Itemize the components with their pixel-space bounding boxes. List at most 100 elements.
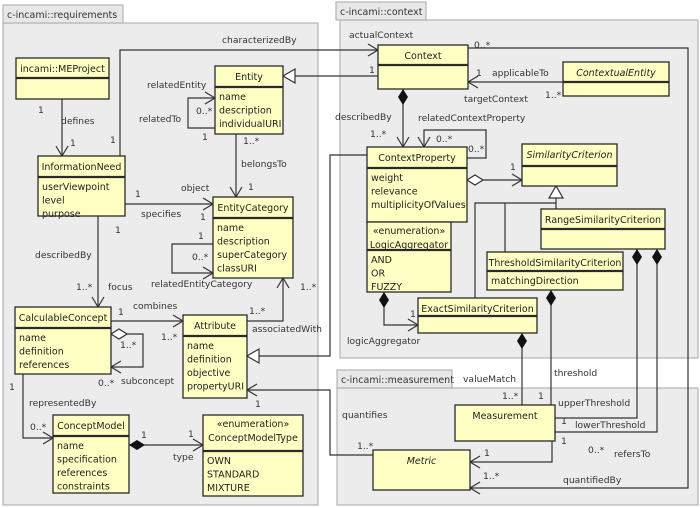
- multiplicity-label: 1..*: [502, 391, 519, 402]
- multiplicity-label: 1: [188, 429, 194, 440]
- class-context[interactable]: Context: [377, 44, 469, 90]
- role-label: actualContext: [349, 30, 414, 41]
- role-label: targetContext: [464, 94, 528, 105]
- class-thresholdsimilaritycriterion[interactable]: ThresholdSimilarityCriterion matchingDire…: [486, 251, 624, 291]
- multiplicity-label: 1: [248, 182, 254, 193]
- role-label: threshold: [554, 368, 597, 379]
- class-name: LogicAggregator: [370, 240, 448, 251]
- role-label: logicAggregator: [347, 336, 420, 347]
- class-entitycategory[interactable]: EntityCategory name description superCatego…: [212, 196, 294, 279]
- class-attribute: name: [19, 333, 46, 344]
- class-attribute: definition: [19, 347, 64, 358]
- class-attribute: propertyURI: [187, 382, 244, 393]
- class-name: ConceptModel: [57, 421, 125, 432]
- role-label: object: [181, 183, 210, 194]
- role-label: representedBy: [29, 398, 97, 409]
- class-name: Attribute: [194, 321, 236, 332]
- class-name: SimilarityCriterion: [526, 150, 612, 161]
- multiplicity-label: 1..*: [161, 332, 178, 343]
- class-attribute: FUZZY: [371, 282, 402, 293]
- class-measurement[interactable]: Measurement: [454, 404, 556, 442]
- class-name: Context: [404, 51, 441, 62]
- multiplicity-label: 1: [538, 391, 544, 402]
- class-attribute: name: [57, 441, 84, 452]
- class-attribute: references: [57, 468, 107, 479]
- multiplicity-label: 0..*: [196, 106, 213, 117]
- role-label: specifies: [141, 209, 181, 220]
- class-exactsimilaritycriterion[interactable]: ExactSimilarityCriterion: [417, 297, 538, 334]
- multiplicity-label: 1..*: [249, 306, 266, 317]
- multiplicity-label: 1..*: [370, 129, 387, 140]
- multiplicity-label: 1: [202, 132, 208, 143]
- class-attribute: STANDARD: [207, 470, 259, 481]
- class-attribute: superCategory: [217, 250, 288, 261]
- class-conceptmodel[interactable]: ConceptModel name specification references c…: [52, 414, 130, 494]
- class-name: Measurement: [472, 411, 537, 422]
- role-label: combines: [133, 301, 177, 312]
- class-attribute: OWN: [207, 456, 231, 467]
- role-label: applicableTo: [492, 68, 549, 79]
- class-attribute: constraints: [57, 482, 110, 493]
- role-label: lowerThreshold: [575, 420, 645, 431]
- multiplicity-label: 0..*: [468, 144, 485, 155]
- class-metric[interactable]: Metric: [372, 449, 471, 491]
- class-logicaggregator[interactable]: «enumeration» LogicAggregator AND OR FUZZY: [366, 221, 452, 293]
- class-entity[interactable]: Entity name description individualURI: [214, 65, 284, 135]
- class-name: Metric: [407, 456, 437, 467]
- multiplicity-label: 0..*: [98, 378, 115, 389]
- multiplicity-label: 1..*: [545, 90, 562, 101]
- role-label: valueMatch: [463, 374, 516, 385]
- multiplicity-label: 0..*: [474, 40, 491, 51]
- class-calculableconcept[interactable]: CalculableConcept name definition reference…: [14, 306, 112, 375]
- class-similaritycriterion[interactable]: SimilarityCriterion: [521, 143, 618, 187]
- class-attribute: name: [187, 341, 214, 352]
- class-name: ContextualEntity: [576, 68, 656, 79]
- multiplicity-label: 1: [141, 430, 147, 441]
- class-attribute: AND: [371, 255, 392, 266]
- class-name: incami::MEProject: [20, 64, 105, 75]
- multiplicity-label: 1: [255, 399, 261, 410]
- class-conceptmodeltype[interactable]: «enumeration» ConceptModelType OWN STANDARD…: [202, 414, 304, 497]
- class-attribute: references: [19, 360, 69, 371]
- role-label: relatedEntity: [147, 80, 207, 91]
- role-label: characterizedBy: [222, 35, 297, 46]
- multiplicity-label: 0..*: [588, 445, 605, 456]
- multiplicity-label: 1..*: [300, 282, 317, 293]
- multiplicity-label: 1: [484, 448, 490, 459]
- class-meproject[interactable]: incami::MEProject: [15, 57, 110, 100]
- multiplicity-label: 1: [369, 65, 375, 76]
- role-label: describedBy: [335, 112, 392, 123]
- class-attribute: multiplicityOfValues: [371, 200, 466, 211]
- role-label: relatedContextProperty: [418, 113, 526, 124]
- class-contextproperty[interactable]: ContextProperty weight relevance multiplici…: [366, 146, 468, 223]
- class-name: ThresholdSimilarityCriterion: [488, 258, 622, 269]
- class-attribute: classURI: [217, 264, 257, 275]
- uml-class-diagram: c-incami::requirements c-incami::contextc…: [2, 1, 699, 506]
- class-stereotype: «enumeration»: [373, 226, 446, 237]
- class-attribute: weight: [371, 173, 403, 184]
- multiplicity-label: 1: [70, 138, 76, 149]
- multiplicity-label: 1..*: [120, 340, 137, 351]
- class-attribute: name: [217, 223, 244, 234]
- class-attribute: description: [217, 237, 270, 248]
- class-attribute: specification: [57, 455, 117, 466]
- class-informationneed[interactable]: InformationNeed userViewpoint level purpose: [37, 155, 126, 220]
- class-rangesimilaritycriterion[interactable]: RangeSimilarityCriterion: [540, 208, 666, 250]
- class-attribute: matchingDirection: [491, 276, 579, 287]
- multiplicity-label: 1: [561, 436, 567, 447]
- class-stereotype: «enumeration»: [217, 419, 290, 430]
- class-attribute[interactable]: Attribute name definition objective property…: [182, 314, 248, 399]
- multiplicity-label: 1: [135, 189, 141, 200]
- package-name: c-incami::context: [340, 7, 423, 18]
- multiplicity-label: 1: [510, 162, 516, 173]
- class-name: RangeSimilarityCriterion: [545, 215, 661, 226]
- role-label: belongsTo: [241, 159, 287, 170]
- class-contextualentity[interactable]: ContextualEntity: [562, 61, 670, 97]
- role-label: defines: [61, 116, 95, 127]
- multiplicity-label: 1: [38, 105, 44, 116]
- multiplicity-label: 0..*: [192, 252, 209, 263]
- package-name: c-incami::measurement: [341, 375, 454, 386]
- class-attribute: objective: [187, 368, 231, 379]
- class-attribute: definition: [187, 355, 232, 366]
- role-label: relatedTo: [139, 114, 182, 125]
